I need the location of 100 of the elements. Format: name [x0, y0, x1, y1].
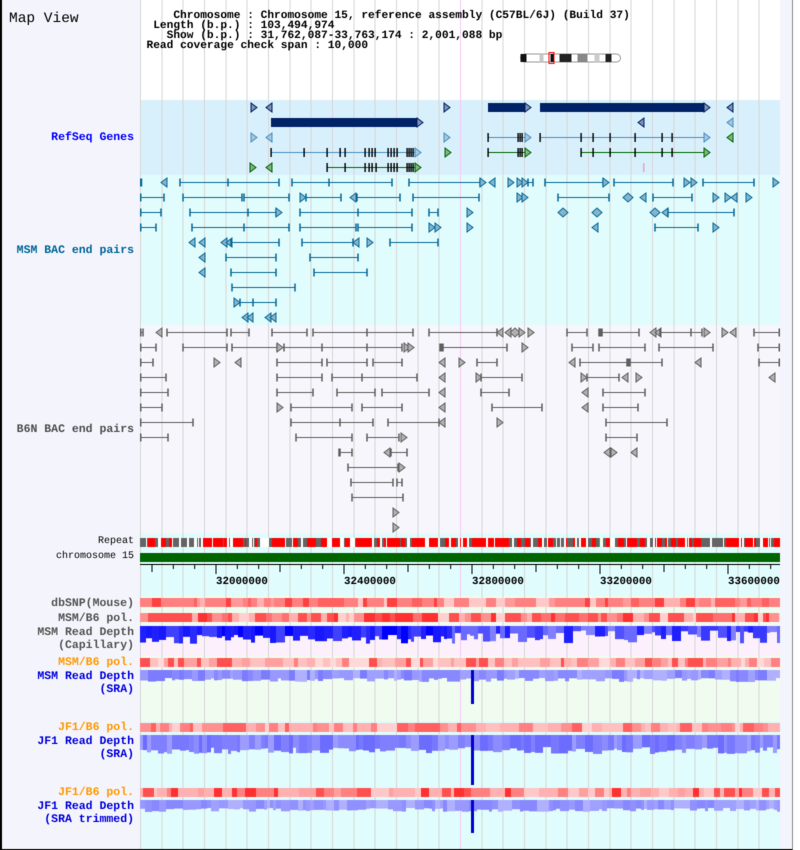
- bac-end-pair: [301, 238, 354, 246]
- bac-end-pair: [231, 284, 296, 292]
- bac-end-pair: [336, 388, 376, 396]
- bac-end-pair: [361, 404, 403, 412]
- bac-end-pair: [753, 328, 780, 336]
- arrowhead-icon: [444, 147, 452, 158]
- bac-end-pair: [491, 404, 543, 412]
- bac-end-pair: [140, 194, 165, 202]
- arrowhead-icon: [726, 132, 734, 143]
- arrowhead-icon: [392, 507, 400, 518]
- bac-end-pair: [239, 298, 277, 306]
- track-label: JF1/B6 pol.: [58, 721, 134, 734]
- track-label: chromosome 15: [56, 550, 134, 563]
- arrowhead-icon: [508, 177, 515, 188]
- bac-end-pair: [602, 388, 646, 396]
- arrowhead-icon: [637, 117, 644, 128]
- arrowhead-icon: [400, 432, 408, 443]
- arrowhead-icon: [349, 192, 356, 203]
- bac-end-pair: [605, 434, 638, 442]
- bac-end-pair: [182, 344, 228, 352]
- arrowhead-icon: [160, 177, 168, 188]
- bac-end-pair: [439, 344, 508, 352]
- arrowhead-icon: [636, 372, 643, 383]
- bac-end-pair: [140, 418, 194, 426]
- bac-end-pair: [271, 328, 308, 336]
- track-label: RefSeq Genes: [51, 131, 134, 144]
- track-label: MSM Read Depth (SRA): [36, 670, 134, 696]
- double-arrowhead-icon: [591, 207, 603, 218]
- bac-end-pair: [658, 344, 714, 352]
- arrowhead-icon: [591, 222, 598, 233]
- bac-end-pair: [428, 208, 439, 216]
- bac-end-pair: [758, 358, 780, 366]
- arrowhead-icon: [438, 357, 446, 368]
- bac-end-pair: [598, 344, 646, 352]
- bac-end-pair: [347, 464, 399, 472]
- bac-end-pair: [276, 374, 323, 382]
- arrowhead-icon: [630, 447, 638, 458]
- track-label: MSM Read Depth (Capillary): [36, 626, 134, 652]
- arrowhead-icon: [188, 237, 196, 248]
- arrowhead-icon: [250, 102, 258, 113]
- bac-end-pair: [305, 194, 342, 202]
- bac-end-pair: [338, 448, 353, 456]
- info-label: Length (b.p.): [152, 21, 240, 31]
- track-label: JF1/B6 pol.: [58, 786, 134, 799]
- arrowhead-icon: [768, 372, 776, 383]
- bac-end-pair: [309, 254, 359, 262]
- info-value: 103,494,974: [260, 21, 334, 31]
- bac-end-pair: [605, 418, 668, 426]
- bac-end-pair: [480, 388, 510, 396]
- arrowhead-icon: [772, 177, 780, 188]
- ruler-label: 33200000: [600, 576, 652, 588]
- track-label: dbSNP(Mouse): [51, 597, 134, 610]
- bac-end-pair: [140, 374, 167, 382]
- bac-end-pair: [372, 358, 403, 366]
- arrowhead-icon: [522, 342, 529, 353]
- info-value: 31,762,087-33,763,174 : 2,001,088 bp: [260, 31, 502, 41]
- ruler-label: 33600000: [728, 576, 780, 588]
- bac-end-pair: [381, 388, 430, 396]
- arrowhead-icon: [265, 162, 272, 173]
- info-value: 10,000: [328, 41, 368, 51]
- bac-end-pair: [654, 224, 699, 232]
- bac-end-pair: [652, 194, 693, 202]
- arrowhead-icon: [580, 372, 588, 383]
- arrowhead-icon: [214, 357, 221, 368]
- arrowhead-icon: [444, 102, 451, 113]
- arrowhead-icon: [352, 237, 360, 248]
- arrowhead-icon: [383, 447, 390, 458]
- arrowhead-icon: [392, 522, 400, 533]
- bac-end-pair: [350, 478, 394, 486]
- gene-model: [487, 132, 532, 143]
- ruler-label: 32400000: [344, 576, 396, 588]
- bac-end-pair: [230, 268, 277, 276]
- bac-end-pair: [140, 178, 142, 186]
- gene-model: [487, 147, 532, 158]
- ruler-label: 32800000: [472, 576, 524, 588]
- bac-end-pair: [295, 434, 353, 442]
- arrowhead-icon: [518, 327, 526, 338]
- arrowhead-icon: [234, 297, 241, 308]
- double-arrowhead-icon: [649, 207, 661, 218]
- double-arrowhead-icon: [622, 192, 634, 203]
- arrowhead-icon: [726, 102, 734, 113]
- arrowhead-icon: [581, 387, 588, 398]
- bac-end-pair: [313, 268, 368, 276]
- bac-end-pair: [702, 178, 755, 186]
- info-label: Read coverage check span: [146, 41, 308, 51]
- bac-end-pair: [351, 494, 404, 502]
- bac-end-pair: [230, 328, 250, 336]
- bac-end-pair: [571, 344, 594, 352]
- arrowhead-icon: [712, 222, 720, 233]
- info-label: Chromosome: [173, 11, 240, 21]
- bac-end-pair: [326, 358, 368, 366]
- bac-end-pair: [230, 238, 280, 246]
- arrowhead-icon: [234, 357, 242, 368]
- arrowhead-icon: [444, 132, 451, 143]
- track-label: B6N BAC end pairs: [16, 422, 134, 436]
- view-title: Map View: [9, 11, 79, 27]
- bac-end-pair: [757, 344, 780, 352]
- bac-end-pair: [586, 374, 620, 382]
- arrowhead-icon: [726, 117, 734, 128]
- bac-end-pair: [396, 478, 403, 486]
